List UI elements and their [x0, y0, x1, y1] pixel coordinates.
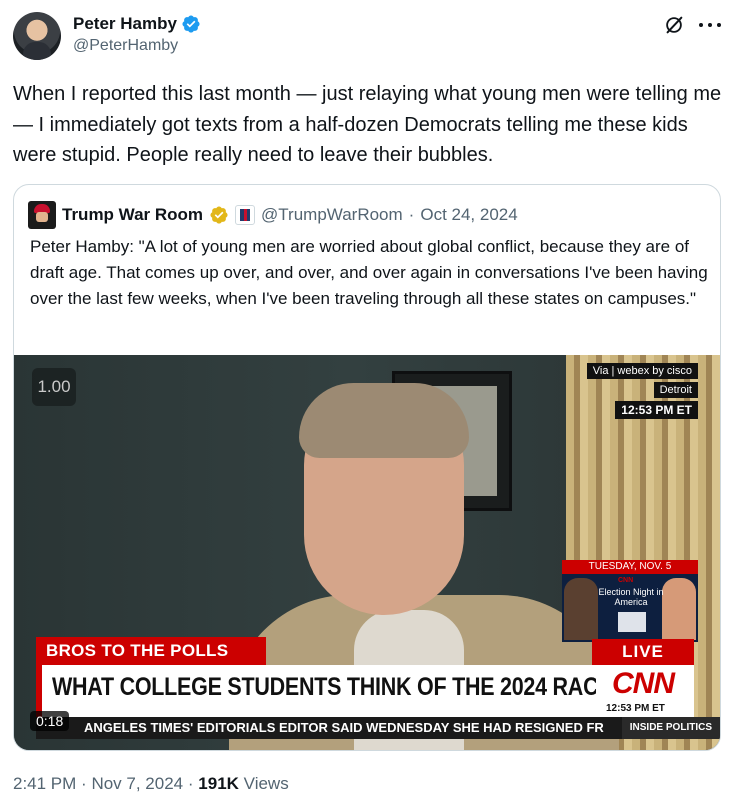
- quoted-date[interactable]: Oct 24, 2024: [420, 205, 517, 225]
- quoted-display-name[interactable]: Trump War Room: [62, 205, 203, 225]
- capitol-image: [618, 612, 646, 632]
- quoted-text: Peter Hamby: "A lot of young men are wor…: [30, 237, 708, 308]
- verified-badge-icon: [182, 15, 200, 33]
- headline-text: WHAT COLLEGE STUDENTS THINK OF THE 2024 …: [52, 673, 613, 701]
- views-count[interactable]: 191K: [198, 774, 239, 793]
- candidate-right-image: [662, 578, 696, 640]
- meta-separator-2: ·: [187, 774, 194, 793]
- quoted-tweet[interactable]: Trump War Room @TrumpWarRoom · Oct 24, 2…: [13, 184, 721, 751]
- ticker-text: ANGELES TIMES' EDITORIALS EDITOR SAID WE…: [84, 720, 604, 735]
- live-badge: LIVE: [592, 639, 694, 665]
- playback-speed-button[interactable]: 1.00: [32, 368, 76, 406]
- candidate-left-image: [564, 578, 598, 640]
- segment-label: BROS TO THE POLLS: [36, 637, 266, 665]
- author-name-row: Peter Hamby: [73, 14, 201, 34]
- quoted-separator: ·: [408, 205, 415, 224]
- webex-overlay: Via | webex by cisco Detroit 12:53 PM ET: [586, 363, 698, 419]
- quoted-header: Trump War Room @TrumpWarRoom · Oct 24, 2…: [28, 201, 518, 229]
- tweet-text: When I reported this last month — just r…: [13, 83, 722, 166]
- gold-verified-badge-icon: [210, 206, 228, 224]
- views-label: Views: [243, 774, 289, 793]
- ticker-tag: INSIDE POLITICS: [621, 717, 720, 739]
- more-icon[interactable]: [699, 14, 721, 36]
- quoted-handle: @TrumpWarRoom: [261, 205, 403, 224]
- video-player[interactable]: 1.00 Via | webex by cisco Detroit 12:53 …: [14, 355, 720, 750]
- headline-bar: WHAT COLLEGE STUDENTS THINK OF THE 2024 …: [36, 665, 613, 717]
- video-person-hair: [299, 383, 469, 458]
- tweet-date[interactable]: Nov 7, 2024: [91, 774, 183, 793]
- meta-separator-1: ·: [81, 774, 87, 793]
- location-label: Detroit: [653, 382, 698, 398]
- election-cnn-label: CNN: [618, 577, 634, 584]
- grok-icon[interactable]: [663, 14, 685, 36]
- author-avatar[interactable]: [13, 12, 61, 60]
- election-date: TUESDAY, NOV. 5: [562, 560, 698, 574]
- cnn-logo: CNN: [612, 667, 675, 700]
- news-ticker: ANGELES TIMES' EDITORIALS EDITOR SAID WE…: [36, 717, 720, 739]
- author-handle[interactable]: @PeterHamby: [73, 37, 178, 55]
- tweet-meta: 2:41 PM · Nov 7, 2024 · 191K Views: [13, 774, 289, 794]
- broadcast-time-top: 12:53 PM ET: [615, 401, 698, 419]
- tweet-time[interactable]: 2:41 PM: [13, 774, 76, 793]
- affiliation-badge-icon[interactable]: [235, 205, 256, 225]
- video-duration: 0:18: [30, 711, 70, 731]
- quoted-avatar[interactable]: [28, 201, 56, 229]
- network-logo-box: CNN 12:53 PM ET: [596, 665, 694, 717]
- author-display-name[interactable]: Peter Hamby: [73, 14, 177, 34]
- webex-label: Via | webex by cisco: [586, 363, 698, 379]
- election-title: Election Night in America: [598, 587, 664, 607]
- election-night-promo: TUESDAY, NOV. 5 CNN Election Night in Am…: [562, 560, 698, 642]
- tweet-header: Peter Hamby @PeterHamby: [13, 12, 733, 62]
- network-time: 12:53 PM ET: [606, 703, 665, 714]
